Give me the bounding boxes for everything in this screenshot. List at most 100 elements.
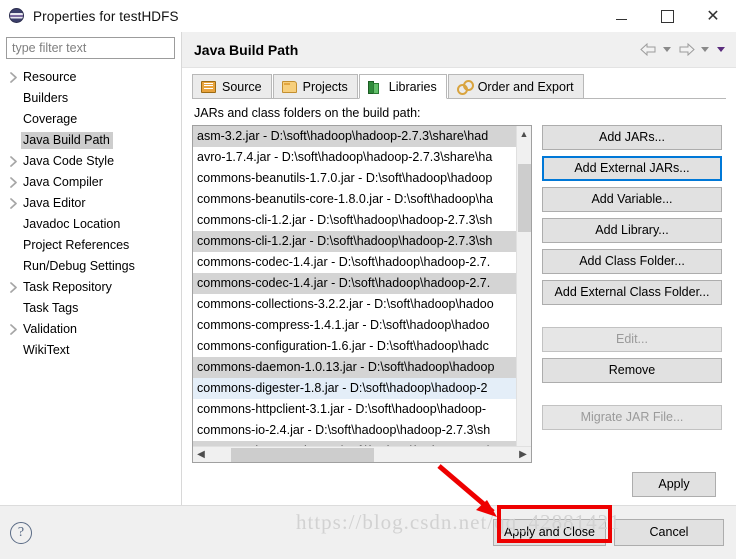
chevron-right-icon[interactable] (6, 72, 21, 83)
sidebar-item-project-references[interactable]: Project References (0, 235, 181, 256)
window-title: Properties for testHDFS (33, 8, 179, 24)
jar-list-row[interactable]: avro-1.7.4.jar - D:\soft\hadoop\hadoop-2… (193, 147, 516, 168)
vertical-scroll-thumb[interactable] (518, 164, 531, 232)
jar-list-row[interactable]: commons-collections-3.2.2.jar - D:\soft\… (193, 294, 516, 315)
tab-order-and-export[interactable]: Order and Export (447, 74, 584, 98)
jar-list[interactable]: asm-3.2.jar - D:\soft\hadoop\hadoop-2.7.… (192, 125, 532, 463)
page-header: Java Build Path (182, 32, 736, 68)
jar-list-row[interactable]: commons-beanutils-1.7.0.jar - D:\soft\ha… (193, 168, 516, 189)
sidebar-item-validation[interactable]: Validation (0, 319, 181, 340)
settings-sidebar: Resource Builders Coverage Java Build Path J… (0, 32, 181, 505)
add-variable-button[interactable]: Add Variable... (542, 187, 722, 212)
help-question-icon[interactable]: ? (10, 521, 32, 544)
view-menu-chevron-down-icon[interactable] (714, 40, 728, 60)
page-nav-icons (638, 40, 728, 60)
sidebar-item-coverage[interactable]: Coverage (0, 109, 181, 130)
sidebar-item-label: WikiText (23, 343, 70, 357)
jar-list-scrollarea: asm-3.2.jar - D:\soft\hadoop\hadoop-2.7.… (193, 126, 531, 446)
jar-list-row[interactable]: commons-cli-1.2.jar - D:\soft\hadoop\had… (193, 231, 516, 252)
jar-list-row[interactable]: commons-digester-1.8.jar - D:\soft\hadoo… (193, 378, 516, 399)
libraries-books-icon (367, 79, 384, 94)
jar-list-row[interactable]: commons-httpclient-3.1.jar - D:\soft\had… (193, 399, 516, 420)
sidebar-item-task-tags[interactable]: Task Tags (0, 298, 181, 319)
sidebar-item-wikitext[interactable]: WikiText (0, 340, 181, 361)
forward-arrow-icon[interactable] (676, 40, 696, 60)
cancel-button[interactable]: Cancel (614, 519, 724, 546)
chevron-up-icon[interactable]: ▲ (517, 126, 532, 141)
apply-row: Apply (192, 463, 726, 505)
sidebar-item-javadoc-location[interactable]: Javadoc Location (0, 214, 181, 235)
settings-page: Java Build Path Source Projects Libraries O… (181, 32, 736, 505)
apply-button[interactable]: Apply (632, 471, 716, 497)
libraries-main-row: asm-3.2.jar - D:\soft\hadoop\hadoop-2.7.… (192, 125, 726, 463)
sidebar-item-label: Java Build Path (21, 132, 113, 149)
sidebar-item-java-compiler[interactable]: Java Compiler (0, 172, 181, 193)
libraries-button-column: Add JARs... Add External JARs... Add Varia… (542, 125, 726, 463)
jar-list-row[interactable]: commons-cli-1.2.jar - D:\soft\hadoop\had… (193, 210, 516, 231)
sidebar-item-label: Java Editor (23, 196, 86, 210)
filter-input[interactable] (6, 37, 175, 59)
jar-list-vertical-scrollbar[interactable]: ▲ (516, 126, 531, 446)
chevron-right-icon[interactable] (6, 324, 21, 335)
sidebar-item-resource[interactable]: Resource (0, 67, 181, 88)
dialog-body: ResourceBuildersCoverageJava Build PathJ… (0, 32, 736, 505)
add-jars-button[interactable]: Add JARs... (542, 125, 722, 150)
close-icon[interactable]: ✕ (690, 0, 736, 32)
filter-wrapper (0, 32, 181, 63)
back-history-chevron-down-icon[interactable] (660, 40, 674, 60)
sidebar-item-label: Javadoc Location (23, 217, 121, 231)
jar-list-row[interactable]: commons-compress-1.4.1.jar - D:\soft\had… (193, 315, 516, 336)
chevron-left-icon[interactable]: ◀ (193, 447, 209, 463)
jar-list-row[interactable]: asm-3.2.jar - D:\soft\hadoop\hadoop-2.7.… (193, 126, 516, 147)
tab-libraries[interactable]: Libraries (358, 74, 447, 99)
sidebar-item-label: Project References (23, 238, 130, 252)
sidebar-item-java-editor[interactable]: Java Editor (0, 193, 181, 214)
forward-history-chevron-down-icon[interactable] (698, 40, 712, 60)
chevron-right-icon[interactable] (6, 156, 21, 167)
chevron-right-icon[interactable] (6, 177, 21, 188)
sidebar-item-builders[interactable]: Builders (0, 88, 181, 109)
add-library-button[interactable]: Add Library... (542, 218, 722, 243)
add-external-jars-button[interactable]: Add External JARs... (542, 156, 722, 181)
settings-tree: Resource Builders Coverage Java Build Path J… (0, 63, 181, 505)
tab-projects[interactable]: Projects (272, 74, 358, 98)
sidebar-item-label: Task Tags (23, 301, 79, 315)
add-class-folder-button[interactable]: Add Class Folder... (542, 249, 722, 274)
tab-label: Projects (302, 79, 348, 94)
build-path-tabs: Source Projects Libraries Order and Export (192, 74, 726, 99)
sidebar-item-label: Builders (23, 91, 69, 105)
sidebar-item-label: Validation (23, 322, 77, 336)
button-group-separator (542, 389, 722, 399)
back-arrow-icon[interactable] (638, 40, 658, 60)
properties-dialog: Properties for testHDFS ✕ Resource Builde… (0, 0, 736, 559)
jar-list-horizontal-scrollbar[interactable]: ◀ ▶ (193, 446, 531, 462)
sidebar-item-java-code-style[interactable]: Java Code Style (0, 151, 181, 172)
jar-list-row[interactable]: commons-io-2.4.jar - D:\soft\hadoop\hado… (193, 420, 516, 441)
apply-and-close-button[interactable]: Apply and Close (492, 519, 606, 546)
maximize-button[interactable] (644, 0, 690, 32)
jar-list-row[interactable]: commons-daemon-1.0.13.jar - D:\soft\hado… (193, 357, 516, 378)
chevron-right-icon[interactable] (6, 198, 21, 209)
add-external-class-folder-button[interactable]: Add External Class Folder... (542, 280, 722, 305)
minimize-button[interactable] (598, 0, 644, 32)
footer-buttons: Apply and Close Cancel (492, 519, 724, 546)
page-content: Source Projects Libraries Order and Export … (182, 68, 736, 505)
jar-list-row[interactable]: commons-beanutils-core-1.8.0.jar - D:\so… (193, 189, 516, 210)
horizontal-scroll-thumb[interactable] (231, 448, 374, 462)
tab-source[interactable]: Source (192, 74, 272, 98)
sidebar-item-java-build-path[interactable]: Java Build Path (0, 130, 181, 151)
tab-label: Source (222, 79, 262, 94)
remove-button[interactable]: Remove (542, 358, 722, 383)
jar-list-row[interactable]: commons-codec-1.4.jar - D:\soft\hadoop\h… (193, 273, 516, 294)
sidebar-item-label: Coverage (23, 112, 78, 126)
sidebar-item-task-repository[interactable]: Task Repository (0, 277, 181, 298)
dialog-footer: ? Apply and Close Cancel (0, 505, 736, 559)
jar-list-row[interactable]: commons-configuration-1.6.jar - D:\soft\… (193, 336, 516, 357)
jar-list-row[interactable]: commons-codec-1.4.jar - D:\soft\hadoop\h… (193, 252, 516, 273)
jar-list-items: asm-3.2.jar - D:\soft\hadoop\hadoop-2.7.… (193, 126, 516, 446)
sidebar-item-label: Run/Debug Settings (23, 259, 135, 273)
sidebar-item-label: Resource (23, 70, 77, 84)
chevron-right-icon[interactable]: ▶ (515, 447, 531, 463)
chevron-right-icon[interactable] (6, 282, 21, 293)
sidebar-item-run-debug-settings[interactable]: Run/Debug Settings (0, 256, 181, 277)
